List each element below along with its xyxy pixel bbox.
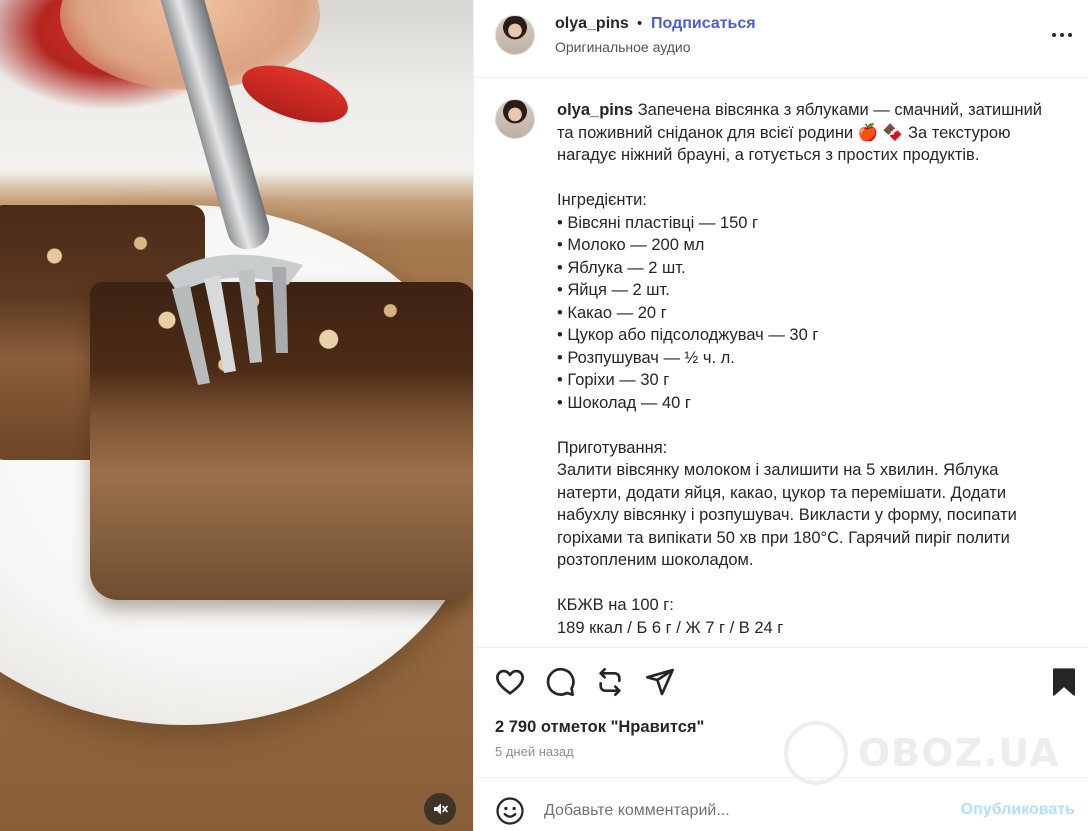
caption-section: olya_pins Запечена вівсянка з яблуками —… bbox=[474, 79, 1088, 647]
repost-icon[interactable] bbox=[594, 666, 626, 698]
nutrition-title: КБЖВ на 100 г: bbox=[557, 596, 674, 614]
ingredients-title: Інгредієнти: bbox=[557, 191, 647, 209]
separator-dot: • bbox=[637, 15, 643, 32]
caption-line: та поживний сніданок для всієї родини 🍎 … bbox=[557, 123, 1011, 142]
ingredient-item: • Молоко — 200 мл bbox=[557, 236, 705, 254]
post-panel: olya_pins • Подписаться Оригинальное ауд… bbox=[473, 0, 1088, 831]
caption-avatar[interactable] bbox=[495, 99, 535, 139]
ingredient-item: • Вівсяні пластівці — 150 г bbox=[557, 213, 759, 232]
emoji-icon[interactable] bbox=[495, 796, 525, 826]
action-bar: 2 790 отметок "Нравится" 5 дней назад bbox=[474, 647, 1088, 777]
comment-input[interactable] bbox=[544, 798, 944, 824]
publish-button[interactable]: Опубликовать bbox=[961, 801, 1075, 819]
method-title: Приготування: bbox=[557, 438, 668, 457]
method-line: набухлу вівсянку і розпушувач. Викласти … bbox=[557, 506, 1017, 524]
bookmark-icon[interactable] bbox=[1048, 666, 1080, 698]
comment-bar: Опубликовать bbox=[474, 777, 1088, 831]
method-line: натерти, додати яйця, какао, цукор та пе… bbox=[557, 483, 1007, 502]
caption-username[interactable]: olya_pins bbox=[557, 101, 633, 119]
ingredient-item: • Цукор або підсолоджувач — 30 г bbox=[557, 326, 819, 344]
method-line: горіхами та випікати 50 хв при 180°C. Га… bbox=[557, 528, 1010, 547]
heart-icon[interactable] bbox=[494, 666, 526, 698]
comment-icon[interactable] bbox=[544, 666, 576, 698]
send-icon[interactable] bbox=[644, 666, 676, 698]
caption-line: нагадує ніжний брауні, а готується з про… bbox=[557, 146, 980, 164]
post-media[interactable] bbox=[0, 0, 473, 831]
ingredient-item: • Какао — 20 г bbox=[557, 303, 667, 322]
nutrition-values: 189 ккал / Б 6 г / Ж 7 г / В 24 г bbox=[557, 618, 784, 637]
fork-head-image bbox=[166, 254, 303, 385]
ingredient-item: • Розпушувач — ½ ч. л. bbox=[557, 348, 735, 367]
ingredient-item: • Горіхи — 30 г bbox=[557, 371, 670, 389]
post-time[interactable]: 5 дней назад bbox=[495, 744, 574, 759]
mute-button[interactable] bbox=[424, 793, 456, 825]
method-line: розтопленим шоколадом. bbox=[557, 551, 754, 569]
author-username[interactable]: olya_pins bbox=[555, 15, 629, 33]
post-header: olya_pins • Подписаться Оригинальное ауд… bbox=[474, 0, 1088, 78]
speaker-muted-icon bbox=[434, 803, 448, 815]
caption-text: olya_pins Запечена вівсянка з яблуками —… bbox=[557, 99, 1057, 639]
method-line: Залити вівсянку молоком і залишити на 5 … bbox=[557, 461, 999, 479]
ingredient-item: • Яйця — 2 шт. bbox=[557, 281, 670, 299]
author-avatar[interactable] bbox=[495, 15, 535, 55]
follow-button[interactable]: Подписаться bbox=[651, 15, 756, 33]
ingredient-item: • Яблука — 2 шт. bbox=[557, 258, 686, 277]
original-audio-link[interactable]: Оригинальное аудио bbox=[555, 39, 691, 55]
ingredient-item: • Шоколад — 40 г bbox=[557, 393, 691, 412]
likes-count[interactable]: 2 790 отметок "Нравится" bbox=[495, 718, 704, 737]
more-icon[interactable] bbox=[1049, 25, 1075, 45]
caption-line: olya_pins Запечена вівсянка з яблуками —… bbox=[557, 101, 1043, 119]
